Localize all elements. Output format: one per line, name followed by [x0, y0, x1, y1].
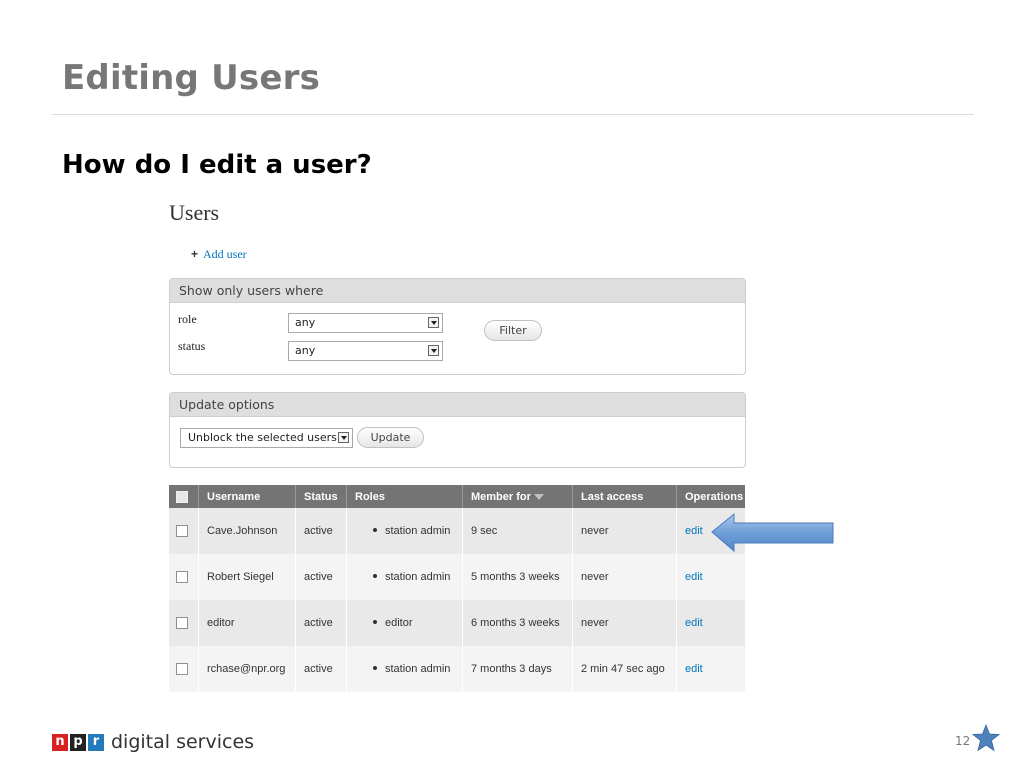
chevron-down-icon	[428, 317, 439, 328]
table-row: Robert Siegel active station admin 5 mon…	[169, 554, 745, 600]
bullet-icon	[373, 666, 377, 670]
cell-roles: editor	[346, 600, 463, 646]
npr-digital-services-logo: n p r digital services	[52, 731, 254, 753]
cell-username: Cave.Johnson	[198, 508, 296, 554]
role-item: editor	[385, 617, 413, 629]
edit-link[interactable]: edit	[685, 663, 703, 675]
left-arrow-icon	[711, 512, 834, 553]
cell-member-for: 7 months 3 days	[462, 646, 573, 692]
edit-link[interactable]: edit	[685, 617, 703, 629]
users-table: Username Status Roles Member for Last ac…	[169, 485, 745, 692]
row-checkbox[interactable]	[176, 663, 188, 676]
chevron-down-icon	[338, 432, 349, 443]
row-checkbox[interactable]	[176, 617, 188, 630]
add-user-label: Add user	[203, 247, 247, 261]
select-all-cell	[169, 485, 199, 508]
update-action-value: Unblock the selected users	[188, 431, 337, 444]
row-select-cell	[169, 600, 199, 646]
cell-username: Robert Siegel	[198, 554, 296, 600]
row-checkbox[interactable]	[176, 525, 188, 538]
role-item: station admin	[385, 571, 451, 583]
cell-username: rchase@npr.org	[198, 646, 296, 692]
header-status[interactable]: Status	[295, 485, 347, 508]
row-select-cell	[169, 508, 199, 554]
sort-descending-icon	[533, 493, 544, 500]
filter-fieldset: Show only users where role any status an…	[169, 278, 746, 375]
cell-roles: station admin	[346, 508, 463, 554]
cell-last-access: never	[572, 600, 677, 646]
slide-title: Editing Users	[62, 58, 321, 98]
cell-last-access: never	[572, 508, 677, 554]
row-select-cell	[169, 554, 199, 600]
cell-status: active	[295, 646, 347, 692]
cell-roles: station admin	[346, 646, 463, 692]
page-number: 12	[955, 734, 971, 748]
cell-operations: edit	[676, 600, 745, 646]
row-checkbox[interactable]	[176, 571, 188, 584]
header-last-access[interactable]: Last access	[572, 485, 677, 508]
update-options-fieldset: Update options Unblock the selected user…	[169, 392, 746, 468]
npr-logo-p: p	[70, 733, 86, 751]
bullet-icon	[373, 620, 377, 624]
add-user-link[interactable]: + Add user	[191, 247, 247, 262]
cell-member-for: 6 months 3 weeks	[462, 600, 573, 646]
chevron-down-icon	[428, 345, 439, 356]
role-select[interactable]: any	[288, 313, 443, 333]
npr-logo-n: n	[52, 733, 68, 751]
bullet-icon	[373, 528, 377, 532]
slide-subtitle: How do I edit a user?	[62, 150, 372, 180]
cell-username: editor	[198, 600, 296, 646]
role-select-value: any	[295, 316, 316, 329]
table-row: Cave.Johnson active station admin 9 sec …	[169, 508, 745, 554]
update-options-legend: Update options	[170, 393, 745, 417]
filter-button[interactable]: Filter	[484, 320, 542, 341]
cell-operations: edit	[676, 554, 745, 600]
header-username[interactable]: Username	[198, 485, 296, 508]
npr-logo-r: r	[88, 733, 104, 751]
header-operations: Operations	[676, 485, 745, 508]
update-button[interactable]: Update	[357, 427, 424, 448]
edit-link[interactable]: edit	[685, 525, 703, 537]
header-member-for-label: Member for	[471, 490, 531, 503]
cell-operations: edit	[676, 646, 745, 692]
status-select-value: any	[295, 344, 316, 357]
update-action-select[interactable]: Unblock the selected users	[180, 428, 353, 448]
status-label: status	[178, 339, 206, 353]
cell-member-for: 9 sec	[462, 508, 573, 554]
table-row: rchase@npr.org active station admin 7 mo…	[169, 646, 745, 692]
plus-icon: +	[191, 247, 199, 261]
bullet-icon	[373, 574, 377, 578]
star-icon	[972, 724, 1000, 752]
role-item: station admin	[385, 525, 451, 537]
edit-link[interactable]: edit	[685, 571, 703, 583]
filter-legend: Show only users where	[170, 279, 745, 303]
status-select[interactable]: any	[288, 341, 443, 361]
table-row: editor active editor 6 months 3 weeks ne…	[169, 600, 745, 646]
title-divider	[52, 114, 974, 115]
row-select-cell	[169, 646, 199, 692]
users-page-heading: Users	[169, 200, 220, 225]
cell-last-access: 2 min 47 sec ago	[572, 646, 677, 692]
cell-status: active	[295, 554, 347, 600]
role-item: station admin	[385, 663, 451, 675]
role-label: role	[178, 312, 197, 326]
cell-status: active	[295, 508, 347, 554]
footer-text: digital services	[111, 731, 255, 753]
cell-roles: station admin	[346, 554, 463, 600]
cell-status: active	[295, 600, 347, 646]
header-member-for[interactable]: Member for	[462, 485, 573, 508]
table-header-row: Username Status Roles Member for Last ac…	[169, 485, 745, 508]
cell-last-access: never	[572, 554, 677, 600]
header-roles: Roles	[346, 485, 463, 508]
cell-member-for: 5 months 3 weeks	[462, 554, 573, 600]
select-all-checkbox[interactable]	[176, 490, 188, 503]
